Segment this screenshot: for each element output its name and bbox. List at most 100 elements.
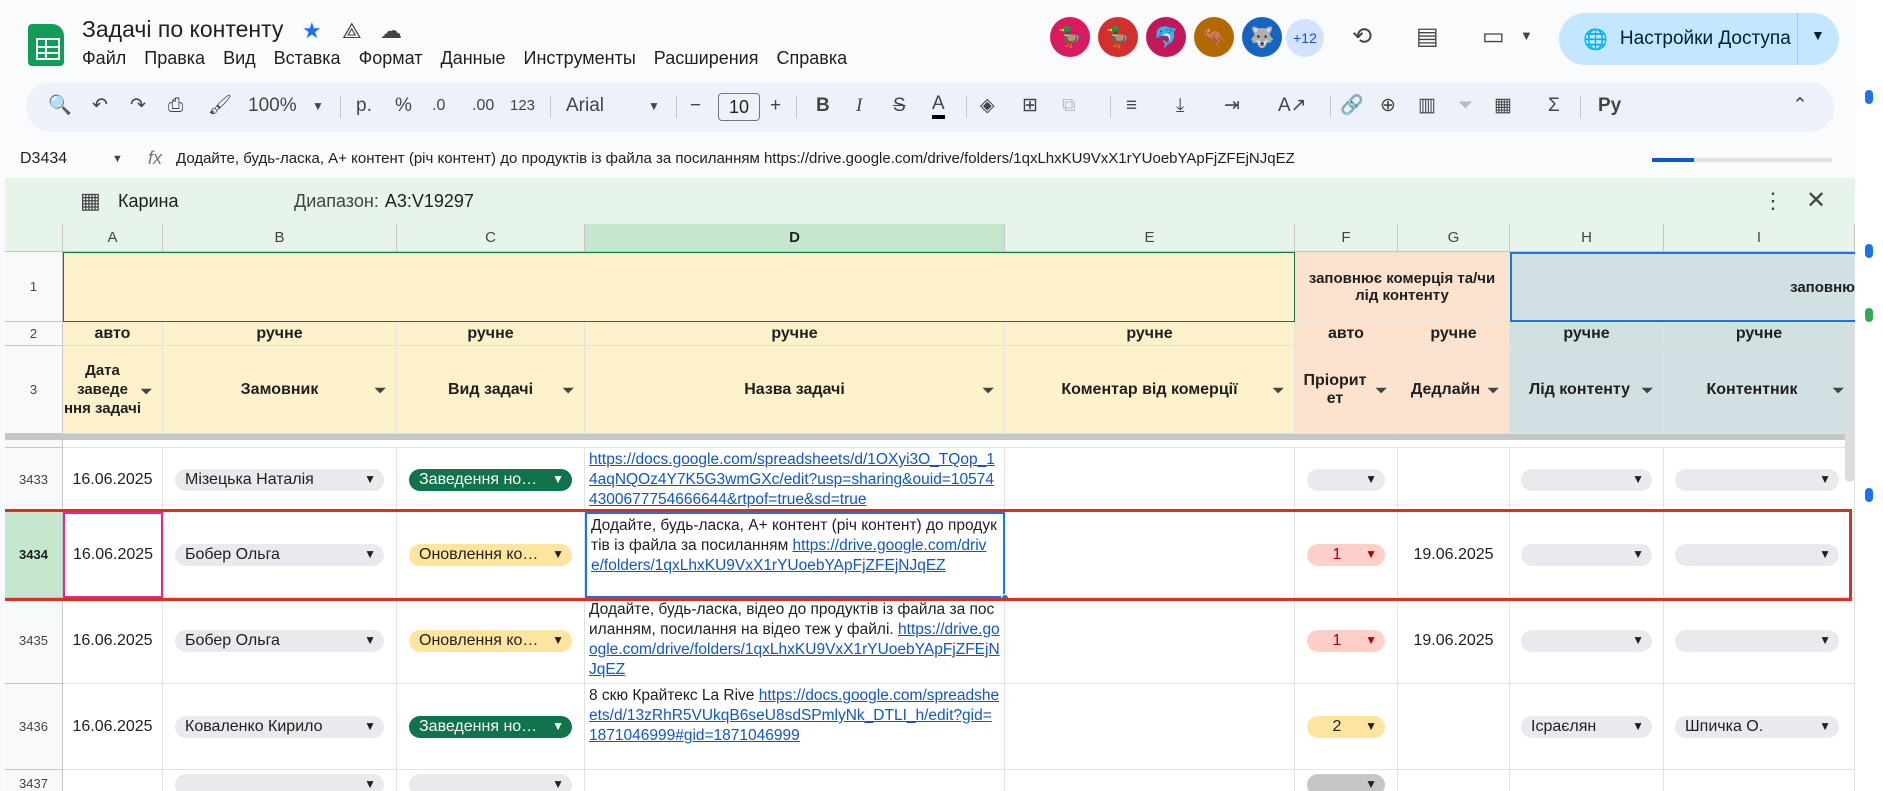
cell-content-lead[interactable]: ▼	[1510, 448, 1664, 512]
search-menus-icon[interactable]: 🔍	[48, 93, 72, 119]
header-commerce-comment[interactable]: Коментар від комерції ⏷	[1005, 346, 1295, 434]
cell-deadline[interactable]	[1398, 684, 1510, 770]
cell-deadline[interactable]	[1398, 448, 1510, 512]
name-box-dropdown-icon[interactable]: ▼	[112, 153, 123, 165]
menu-help[interactable]: Справка	[776, 48, 847, 69]
font-dropdown-icon[interactable]: ▼	[648, 93, 660, 119]
row-header-1[interactable]: 1	[5, 252, 63, 322]
cell-content-lead[interactable]	[1510, 770, 1664, 791]
row-header-3433[interactable]: 3433	[5, 448, 63, 512]
increase-font-size-icon[interactable]: +	[770, 93, 781, 119]
row-header-3437[interactable]: 3437	[5, 770, 63, 791]
cell-commerce-comment[interactable]	[1005, 770, 1295, 791]
menu-insert[interactable]: Вставка	[274, 48, 341, 69]
merge-cells-icon[interactable]: ⧉	[1062, 93, 1076, 119]
row1-group-cell[interactable]	[63, 252, 1295, 322]
star-icon[interactable]: ★	[302, 18, 322, 44]
lead-chip[interactable]: ▼	[1521, 543, 1652, 566]
cell-content-lead[interactable]: Ісраєлян ▼	[1510, 684, 1664, 770]
formula-scrollbar[interactable]	[1652, 158, 1832, 162]
task-type-chip[interactable]: Оновлення ко… ▼	[409, 543, 572, 566]
column-header-f[interactable]: F	[1295, 224, 1398, 252]
row2-f[interactable]: авто	[1295, 322, 1398, 346]
customer-chip[interactable]: Бобер Ольга ▼	[175, 629, 384, 652]
cell-customer[interactable]: Коваленко Кирило ▼	[163, 684, 397, 770]
cell-deadline[interactable]: 19.06.2025	[1398, 598, 1510, 684]
header-content-lead[interactable]: Лід контенту ⏷	[1510, 346, 1664, 434]
cell-deadline[interactable]	[1398, 770, 1510, 791]
filter-views-icon[interactable]: ▦	[1494, 93, 1512, 119]
undo-icon[interactable]: ↶	[92, 93, 108, 119]
share-dropdown-icon[interactable]: ▼	[1811, 27, 1825, 43]
menu-view[interactable]: Вид	[223, 48, 256, 69]
row-header-2[interactable]: 2	[5, 322, 63, 346]
close-filter-view-icon[interactable]: ✕	[1806, 186, 1826, 215]
filter-icon[interactable]: ⏷	[983, 382, 994, 399]
decrease-decimal-button[interactable]: .0	[432, 93, 445, 119]
filter-icon[interactable]: ⏷	[1642, 382, 1653, 399]
filter-view-range[interactable]: Диапазон: A3:V19297	[294, 191, 474, 212]
row2-d[interactable]: ручне	[585, 322, 1005, 346]
borders-icon[interactable]: ⊞	[1022, 93, 1038, 119]
header-priority[interactable]: Пріорит ет ⏷	[1295, 346, 1398, 434]
header-customer[interactable]: Замовник ⏷	[163, 346, 397, 434]
row2-g[interactable]: ручне	[1398, 322, 1510, 346]
cell-commerce-comment[interactable]	[1005, 684, 1295, 770]
cell-priority[interactable]: 1 ▼	[1295, 512, 1398, 598]
lead-chip[interactable]: ▼	[1521, 468, 1652, 491]
functions-icon[interactable]: Σ	[1548, 93, 1560, 119]
move-to-drive-icon[interactable]: ⟁	[342, 18, 362, 44]
cell-task-name[interactable]: Додайте, будь-ласка, відео до продуктів …	[585, 598, 1005, 684]
cell-customer[interactable]: Бобер Ольга ▼	[163, 512, 397, 598]
column-header-i[interactable]: I	[1664, 224, 1855, 252]
row2-b[interactable]: ручне	[163, 322, 397, 346]
bold-icon[interactable]: B	[816, 93, 830, 119]
filter-view-name[interactable]: Карина	[118, 191, 179, 212]
cell-date[interactable]	[63, 770, 163, 791]
collapse-toolbar-icon[interactable]: ⌃	[1792, 93, 1808, 119]
cell-customer[interactable]: Мізецька Наталія ▼	[163, 448, 397, 512]
column-header-g[interactable]: G	[1398, 224, 1510, 252]
filter-view-options-icon[interactable]: ⋮	[1762, 188, 1784, 214]
filter-icon[interactable]: ⏷	[1833, 382, 1844, 399]
collaborator-avatar-kangaroo[interactable]: 🦘	[1194, 17, 1234, 57]
fill-color-icon[interactable]: ◈	[980, 93, 995, 119]
side-panel-icon[interactable]	[1865, 488, 1873, 502]
cell-task-name[interactable]: https://docs.google.com/spreadsheets/d/1…	[585, 448, 1005, 512]
row2-h[interactable]: ручне	[1510, 322, 1664, 346]
cell-task-name[interactable]	[585, 770, 1005, 791]
cell-customer[interactable]: ▼	[163, 770, 397, 791]
cell-content-manager[interactable]	[1664, 770, 1855, 791]
comments-icon[interactable]: ▤	[1416, 22, 1439, 51]
row2-a[interactable]: авто	[63, 322, 163, 346]
priority-chip[interactable]: 1 ▼	[1307, 629, 1385, 652]
cell-date-selected[interactable]: 16.06.2025	[63, 512, 163, 598]
strikethrough-icon[interactable]: S	[893, 93, 906, 119]
meet-dropdown-icon[interactable]: ▼	[1520, 28, 1533, 43]
zoom-dropdown-icon[interactable]: ▼	[312, 93, 324, 119]
row2-i[interactable]: ручне	[1664, 322, 1855, 346]
task-type-chip[interactable]: Заведення но… ▼	[409, 468, 572, 491]
formula-input[interactable]: Додайте, будь-ласка, A+ контент (річ кон…	[176, 150, 1295, 167]
cell-commerce-comment[interactable]	[1005, 448, 1295, 512]
cell-content-lead[interactable]: ▼	[1510, 598, 1664, 684]
font-select[interactable]: Arial	[566, 93, 604, 119]
cell-task-type[interactable]: ▼	[397, 770, 585, 791]
row1-commerce-header[interactable]: заповнює комерція та/чи лід контенту	[1295, 252, 1510, 322]
column-header-c[interactable]: C	[397, 224, 585, 252]
menu-tools[interactable]: Инструменты	[524, 48, 636, 69]
cell-task-type[interactable]: Оновлення ко… ▼	[397, 512, 585, 598]
row-header-3434[interactable]: 3434	[5, 512, 63, 598]
content-manager-chip[interactable]: ▼	[1675, 543, 1839, 566]
name-box[interactable]: D3434	[20, 150, 67, 168]
italic-icon[interactable]: I	[856, 93, 862, 119]
task-link[interactable]: https://docs.google.com/spreadsheets/d/1…	[589, 450, 1000, 510]
zoom-select[interactable]: 100%	[248, 93, 297, 119]
text-wrapping-icon[interactable]: ⇥	[1224, 93, 1240, 119]
cell-commerce-comment[interactable]	[1005, 512, 1295, 598]
cell-commerce-comment[interactable]	[1005, 598, 1295, 684]
menu-extensions[interactable]: Расширения	[654, 48, 759, 69]
priority-chip[interactable]: ▼	[1307, 468, 1385, 491]
cell-priority[interactable]: ▼	[1295, 448, 1398, 512]
filter-icon[interactable]: ⏷	[375, 382, 386, 399]
